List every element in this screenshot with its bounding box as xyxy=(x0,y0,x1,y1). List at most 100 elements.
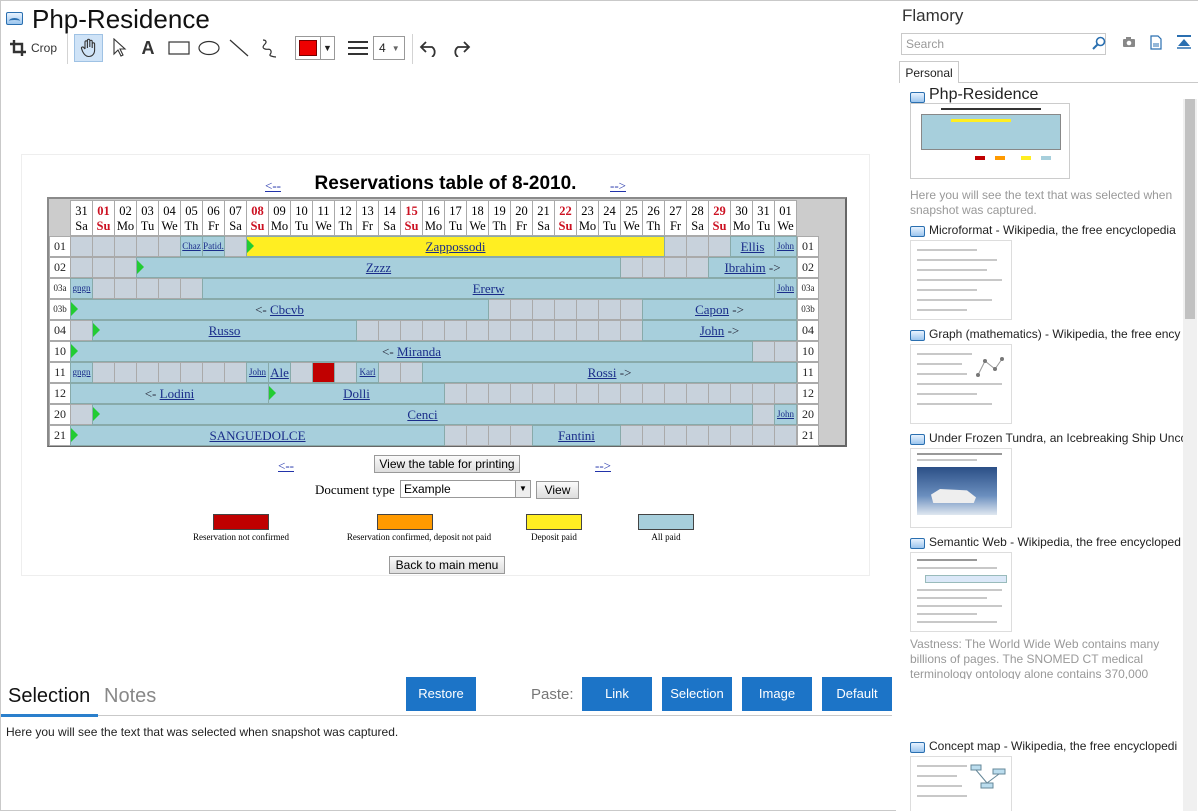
document-title: Php-Residence xyxy=(32,4,210,34)
freehand-tool-button[interactable] xyxy=(255,34,283,62)
text-tool-button[interactable]: A xyxy=(135,34,161,62)
hand-tool-button[interactable] xyxy=(74,34,103,62)
tab-personal[interactable]: Personal xyxy=(899,61,959,83)
snapshot-image[interactable]: <-- Reservations table of 8-2010. --> 31… xyxy=(21,154,870,576)
list-item-title: Semantic Web - Wikipedia, the free encyc… xyxy=(929,535,1181,549)
bottom-tabs: Selection Notes Restore Paste: Link Sele… xyxy=(1,677,895,717)
reservation-bar: Ale xyxy=(268,362,291,383)
chevron-down-icon: ▼ xyxy=(515,481,530,497)
paste-image-button[interactable]: Image xyxy=(742,677,812,711)
day-header: 29 Su xyxy=(708,200,731,236)
empty-cell xyxy=(224,236,247,257)
redo-button[interactable] xyxy=(447,34,473,62)
empty-cell xyxy=(158,236,181,257)
reservation-bar: John -> xyxy=(642,320,797,341)
chevron-down-icon: ▼ xyxy=(320,37,334,59)
scrollbar-thumb[interactable] xyxy=(1185,99,1195,319)
day-header: 13 Fr xyxy=(356,200,379,236)
empty-cell xyxy=(466,425,489,446)
empty-cell xyxy=(136,362,159,383)
snapshot-thumbnail xyxy=(910,448,1012,528)
arrival-marker-icon xyxy=(137,260,144,274)
empty-cell xyxy=(290,362,313,383)
rectangle-tool-button[interactable] xyxy=(165,34,193,62)
reservation-bar: Chaz xyxy=(180,236,203,257)
crop-button[interactable]: Crop xyxy=(7,34,59,62)
empty-cell xyxy=(752,404,775,425)
reservation-bar: Ellis xyxy=(730,236,775,257)
empty-cell xyxy=(708,383,731,404)
empty-cell xyxy=(444,383,467,404)
empty-cell xyxy=(136,236,159,257)
empty-cell xyxy=(620,425,643,446)
day-header: 17 Tu xyxy=(444,200,467,236)
empty-cell xyxy=(92,278,115,299)
empty-cell xyxy=(752,341,775,362)
tab-selection[interactable]: Selection xyxy=(8,685,90,708)
color-picker[interactable]: ▼ xyxy=(295,36,335,60)
document-type-value: Example xyxy=(404,482,451,496)
undo-button[interactable] xyxy=(417,34,443,62)
snapshot-icon xyxy=(910,92,925,103)
empty-cell xyxy=(774,383,797,404)
room-label: 11 xyxy=(49,362,71,383)
paste-selection-button[interactable]: Selection xyxy=(662,677,732,711)
arrival-marker-icon xyxy=(71,302,78,316)
restore-button[interactable]: Restore xyxy=(406,677,476,711)
list-item-title: Graph (mathematics) - Wikipedia, the fre… xyxy=(929,327,1181,341)
reservation-bar: SANGUEDOLCE xyxy=(70,425,445,446)
ellipse-tool-button[interactable] xyxy=(195,34,223,62)
empty-cell xyxy=(532,320,555,341)
day-header: 20 Fr xyxy=(510,200,533,236)
empty-cell xyxy=(444,425,467,446)
arrival-marker-icon xyxy=(93,407,100,421)
empty-cell xyxy=(686,257,709,278)
arrival-marker-icon xyxy=(71,344,78,358)
empty-cell xyxy=(114,278,137,299)
line-width-select[interactable]: 4 ▼ xyxy=(373,36,405,60)
reservation-bar: Rossi -> xyxy=(422,362,797,383)
empty-cell xyxy=(70,257,93,278)
empty-cell xyxy=(532,299,555,320)
day-header: 14 Sa xyxy=(378,200,401,236)
room-label: 03b xyxy=(797,299,819,320)
snapshot-thumbnail xyxy=(910,552,1012,632)
empty-cell xyxy=(664,236,687,257)
snapshot-list: Php-Residence Here you will see the text… xyxy=(896,85,1183,811)
empty-cell xyxy=(356,320,379,341)
paste-default-button[interactable]: Default xyxy=(822,677,892,711)
empty-cell xyxy=(378,362,401,383)
select-tool-button[interactable] xyxy=(107,34,133,62)
empty-cell xyxy=(378,320,401,341)
room-label: 03a xyxy=(49,278,71,299)
empty-cell xyxy=(598,320,621,341)
room-label: 04 xyxy=(797,320,819,341)
rectangle-icon xyxy=(168,41,190,55)
empty-cell xyxy=(158,362,181,383)
reservation-bar: John -> xyxy=(774,236,797,270)
view-button: View xyxy=(536,481,579,499)
sidebar-scrollbar[interactable] xyxy=(1183,99,1197,811)
search-icon[interactable] xyxy=(1092,36,1106,50)
empty-cell xyxy=(598,299,621,320)
arrival-marker-icon xyxy=(269,386,276,400)
collapse-icon[interactable] xyxy=(1176,35,1192,50)
undo-icon xyxy=(419,41,436,57)
reservation-bar: gngn xyxy=(70,362,93,383)
empty-cell xyxy=(664,257,687,278)
paste-link-button[interactable]: Link xyxy=(582,677,652,711)
line-tool-button[interactable] xyxy=(225,34,253,62)
empty-cell xyxy=(488,383,511,404)
print-view-button: View the table for printing xyxy=(374,455,520,473)
tab-notes[interactable]: Notes xyxy=(104,685,156,708)
day-header: 18 We xyxy=(466,200,489,236)
camera-icon[interactable] xyxy=(1122,36,1136,48)
room-label: 01 xyxy=(49,236,71,257)
empty-cell xyxy=(752,383,775,404)
search-input[interactable]: Search xyxy=(901,33,1106,55)
day-header: 06 Fr xyxy=(202,200,225,236)
redo-icon xyxy=(454,41,471,57)
day-header: 21 Sa xyxy=(532,200,555,236)
empty-cell xyxy=(774,425,797,446)
document-icon[interactable] xyxy=(1150,35,1162,50)
